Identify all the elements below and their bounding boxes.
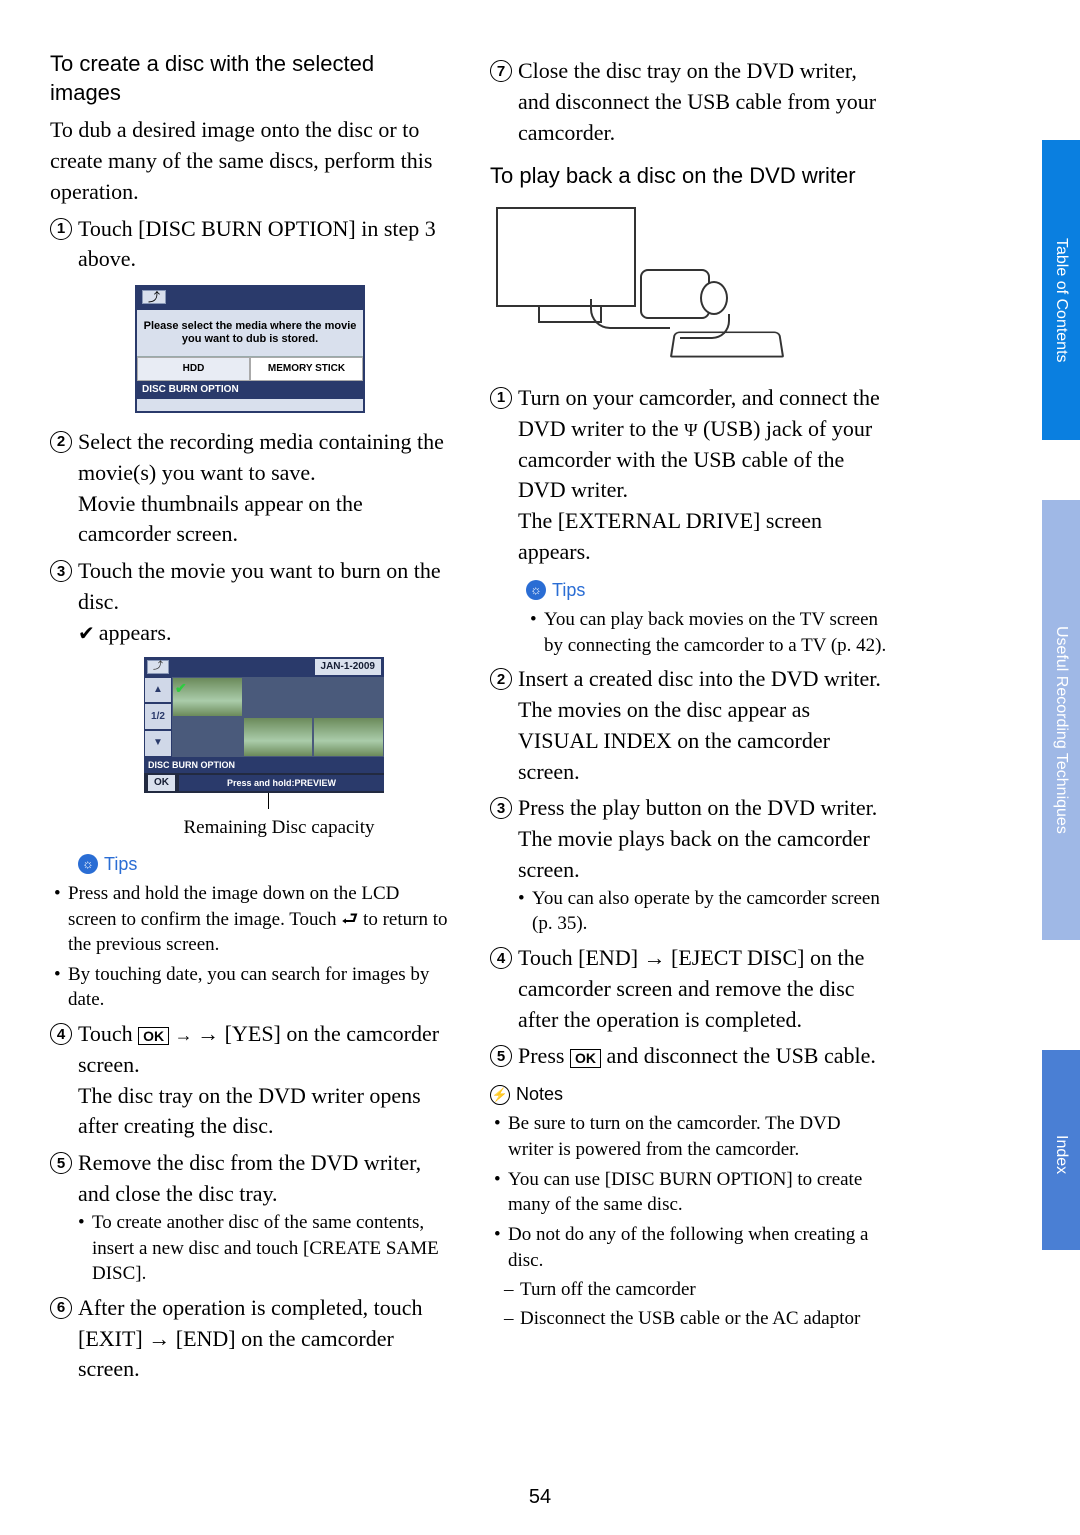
ui-screenshot-thumbnails: ⤴ JAN-1-2009 ▲ 1/2 ▼ ✔ [144,657,384,794]
note-item: Be sure to turn on the camcorder. The DV… [508,1111,890,1162]
side-tabs: Table of Contents Useful Recording Techn… [1042,0,1080,1535]
playback-step-5: 5 Press OK and disconnect the USB cable. [490,1041,890,1072]
intro-text: To dub a desired image onto the disc or … [50,115,450,207]
step-number-7: 7 [490,60,512,82]
check-icon: ✔ [78,623,95,645]
pointer-line [268,793,269,809]
ok-button: OK [148,775,175,791]
step-number-5: 5 [50,1152,72,1174]
step-6: 6 After the operation is completed, touc… [50,1293,450,1385]
cable-icon [680,314,730,339]
thumbnail [313,677,384,717]
step-number-6: 6 [50,1297,72,1319]
step-1: 1 Touch [DISC BURN OPTION] in step 3 abo… [50,214,450,276]
lightbulb-icon: ☼ [526,580,546,600]
notes-icon: ⚡ [490,1085,510,1105]
disc-burn-option-label: DISC BURN OPTION [144,757,384,774]
playback-step-1: 1 Turn on your camcorder, and connect th… [490,383,890,568]
tips-header: ☼ Tips [50,852,450,877]
step-3-note: ✔appears. [50,618,450,649]
step-4: 4 Touch OK → → [YES] on the camcorder sc… [50,1019,450,1142]
step-3: 3 Touch the movie you want to burn on th… [50,556,450,618]
note-sub-item: Disconnect the USB cable or the AC adapt… [520,1306,890,1333]
step-7: 7 Close the disc tray on the DVD writer,… [490,56,890,148]
ok-box-icon: OK [138,1027,169,1046]
ui-screenshot-media-select: ⤴ Please select the media where the movi… [135,285,365,413]
illustration-setup [490,199,790,369]
notes-header: ⚡ Notes [490,1082,890,1107]
playback-step-3: 3 Press the play button on the DVD write… [490,793,890,885]
notes-sublist: Turn off the camcorder Disconnect the US… [490,1277,890,1332]
tv-icon [496,207,636,307]
playback-step-4: 4 Touch [END] → [EJECT DISC] on the camc… [490,943,890,1035]
step-number-5: 5 [490,1045,512,1067]
step-2: 2 Select the recording media containing … [50,427,450,550]
arrow-icon: → [175,1025,198,1045]
step-number-2: 2 [490,668,512,690]
thumbnail [313,717,384,757]
tip-item: You can play back movies on the TV scree… [544,607,890,658]
tab-toc[interactable]: Table of Contents [1042,140,1080,440]
step-5: 5 Remove the disc from the DVD writer, a… [50,1148,450,1210]
memory-stick-option: MEMORY STICK [250,357,363,381]
cable-icon [590,299,670,329]
page-number: 54 [529,1483,551,1511]
lightbulb-icon: ☼ [78,854,98,874]
left-column: To create a disc with the selected image… [50,50,450,1385]
down-arrow-icon: ▼ [145,731,171,756]
right-column: 7 Close the disc tray on the DVD writer,… [490,50,890,1385]
ui-message: Please select the media where the movie … [137,310,363,356]
usb-icon: Ψ [684,420,697,440]
preview-label: Press and hold:PREVIEW [179,775,384,792]
heading-playback: To play back a disc on the DVD writer [490,162,890,191]
tip-item: Press and hold the image down on the LCD… [68,881,450,958]
sub-item: To create another disc of the same conte… [92,1210,450,1287]
back-icon: ⤴ [147,660,169,674]
step-5-sublist: To create another disc of the same conte… [50,1210,450,1287]
thumbnail: ✔ [172,677,243,717]
up-arrow-icon: ▲ [145,678,171,703]
thumbnail [243,717,314,757]
step-number-3: 3 [490,797,512,819]
step-number-3: 3 [50,560,72,582]
ui-date: JAN-1-2009 [315,659,381,675]
note-item: You can use [DISC BURN OPTION] to create… [508,1167,890,1218]
page-indicator: 1/2 [145,704,171,729]
step-number-1: 1 [490,387,512,409]
ui-caption: Remaining Disc capacity [78,815,450,842]
tab-index[interactable]: Index [1042,1050,1080,1250]
check-icon: ✔ [175,679,187,699]
tips-list: You can play back movies on the TV scree… [490,607,890,658]
notes-list: Be sure to turn on the camcorder. The DV… [490,1111,890,1273]
step-number-1: 1 [50,218,72,240]
tips-list: Press and hold the image down on the LCD… [50,881,450,1013]
playback-step-2: 2 Insert a created disc into the DVD wri… [490,664,890,787]
thumbnail [243,677,314,717]
note-sub-item: Turn off the camcorder [520,1277,890,1304]
tab-useful-recording[interactable]: Useful Recording Techniques [1042,500,1080,940]
page-content: To create a disc with the selected image… [0,0,1080,1405]
step-number-4: 4 [490,947,512,969]
step-number-2: 2 [50,431,72,453]
step-number-4: 4 [50,1023,72,1045]
sub-item: You can also operate by the camcorder sc… [532,886,890,937]
disc-burn-option-label: DISC BURN OPTION [137,381,363,399]
thumbnail [172,717,243,757]
tips-header: ☼ Tips [490,578,890,603]
heading-create-disc: To create a disc with the selected image… [50,50,450,107]
ok-box-icon: OK [570,1049,601,1068]
note-item: Do not do any of the following when crea… [508,1222,890,1273]
tip-item: By touching date, you can search for ima… [68,962,450,1013]
step-3-sublist: You can also operate by the camcorder sc… [490,886,890,937]
hdd-option: HDD [137,357,250,381]
back-icon: ⤴ [142,290,166,304]
